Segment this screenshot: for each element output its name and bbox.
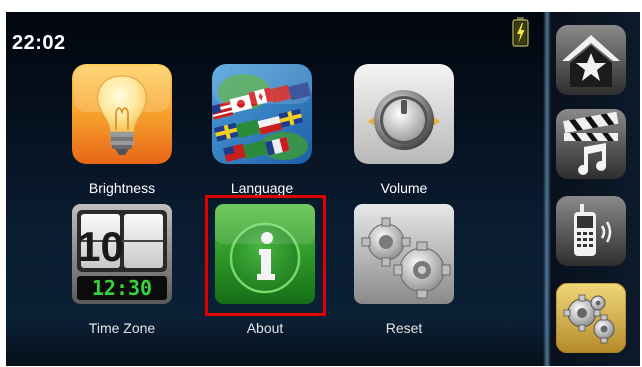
flags-globe-icon — [212, 64, 312, 164]
clock-digits-top: 10 — [77, 223, 124, 270]
side-media-button[interactable] — [556, 109, 626, 179]
device-screen: 22:02 Brightness Language Volume 10 12:3… — [6, 12, 640, 366]
volume-knob-icon — [354, 64, 454, 164]
reset-tile[interactable]: Reset — [347, 204, 461, 336]
status-clock: 22:02 — [12, 32, 66, 54]
media-clapper-music-icon — [556, 109, 626, 179]
gears-reset-icon — [354, 204, 454, 304]
side-phone-button[interactable] — [556, 196, 626, 266]
settings-main-area: 22:02 Brightness Language Volume 10 12:3… — [6, 12, 547, 366]
home-star-icon — [556, 25, 626, 95]
settings-gears-icon — [556, 283, 626, 353]
flip-clock-icon: 10 12:30 — [72, 204, 172, 304]
phone-icon — [556, 196, 626, 266]
clock-digits-bottom: 12:30 — [92, 276, 152, 300]
side-settings-button[interactable] — [556, 283, 626, 353]
time-zone-label: Time Zone — [88, 320, 156, 336]
battery-charging-icon — [512, 17, 529, 47]
language-label: Language — [230, 180, 294, 196]
time-zone-tile[interactable]: 10 12:30 Time Zone — [65, 204, 179, 336]
volume-label: Volume — [380, 180, 428, 196]
lightbulb-icon — [72, 64, 172, 164]
volume-tile[interactable]: Volume — [347, 64, 461, 196]
about-label: About — [246, 320, 284, 336]
selection-highlight — [205, 195, 326, 316]
panel-divider — [543, 12, 551, 366]
brightness-label: Brightness — [88, 180, 156, 196]
brightness-tile[interactable]: Brightness — [65, 64, 179, 196]
language-tile[interactable]: Language — [205, 64, 319, 196]
side-home-button[interactable] — [556, 25, 626, 95]
reset-label: Reset — [385, 320, 423, 336]
